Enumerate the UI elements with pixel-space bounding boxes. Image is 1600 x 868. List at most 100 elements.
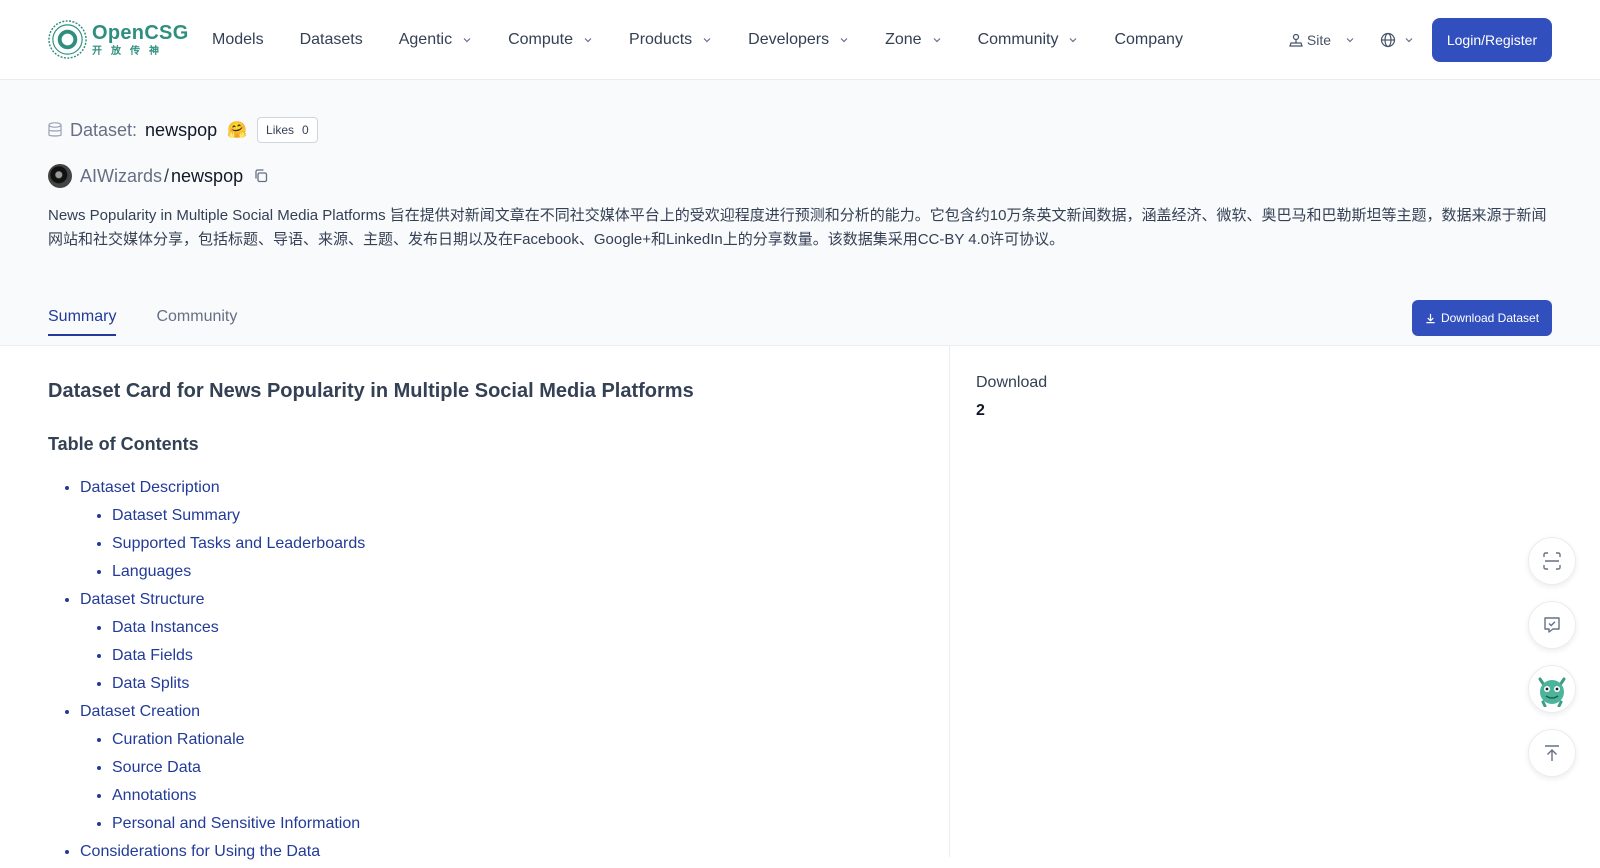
dataset-name: newspop <box>145 119 218 140</box>
toc-link[interactable]: Data Instances <box>112 619 219 636</box>
toc-title: Table of Contents <box>48 434 199 454</box>
toc-link[interactable]: Curation Rationale <box>112 731 245 748</box>
nav-products-label: Products <box>629 31 693 48</box>
nav-company-label: Company <box>1114 31 1183 48</box>
assistant-bot-button[interactable] <box>1528 665 1576 713</box>
toc-subitem: Curation Rationale <box>112 728 365 752</box>
nav-agentic[interactable]: Agentic <box>399 31 472 49</box>
download-count: 2 <box>976 402 985 419</box>
dataset-header: Dataset: newspop 🤗 Likes 0 AIWizards / n… <box>0 80 1600 346</box>
nav-zone-label: Zone <box>885 31 922 48</box>
toc-subitem: Annotations <box>112 784 365 808</box>
dataset-path: AIWizards / newspop <box>48 164 269 188</box>
scan-button[interactable] <box>1528 537 1576 585</box>
toc-link[interactable]: Supported Tasks and Leaderboards <box>112 535 365 552</box>
download-dataset-label: Download Dataset <box>1440 311 1540 325</box>
nav-agentic-label: Agentic <box>398 31 453 48</box>
globe-icon <box>1380 32 1396 48</box>
language-selector[interactable] <box>1380 32 1414 48</box>
likes-button[interactable]: Likes 0 <box>257 117 318 143</box>
toc-link[interactable]: Data Splits <box>112 675 189 692</box>
download-label: Download <box>976 374 1048 391</box>
toc-item: Considerations for Using the Data <box>80 840 365 864</box>
chevron-down-icon <box>703 38 711 43</box>
nav-right: Site Login/Register <box>1288 18 1552 62</box>
toc-subitem: Data Instances <box>112 616 365 640</box>
toc-subitem: Data Fields <box>112 644 365 668</box>
nav-datasets[interactable]: Datasets <box>300 31 363 49</box>
nav-company[interactable]: Company <box>1114 31 1182 49</box>
likes-label: Likes <box>266 123 295 137</box>
site-selector[interactable]: Site <box>1288 32 1358 48</box>
hugging-face-icon: 🤗 <box>227 122 248 139</box>
message-check-icon <box>1544 617 1560 633</box>
path-separator: / <box>164 165 170 186</box>
dataset-description: News Popularity in Multiple Social Media… <box>48 207 1547 248</box>
toc-link[interactable]: Annotations <box>112 787 197 804</box>
download-dataset-button[interactable]: Download Dataset <box>1412 300 1552 336</box>
toc-item: Dataset Structure Data Instances Data Fi… <box>80 588 365 696</box>
login-register-button[interactable]: Login/Register <box>1432 18 1552 62</box>
nav-community-label: Community <box>977 31 1059 48</box>
toc-subitem: Data Splits <box>112 672 365 696</box>
copy-icon[interactable] <box>253 168 269 184</box>
nav-compute[interactable]: Compute <box>508 31 593 49</box>
chevron-down-icon <box>1346 38 1354 43</box>
chevron-down-icon <box>1070 38 1077 43</box>
toc-item: Dataset Creation Curation Rationale Sour… <box>80 700 365 836</box>
repo-name: newspop <box>171 165 244 186</box>
nav-models-label: Models <box>212 31 264 48</box>
brand-tagline: 开放传神 <box>92 45 168 57</box>
tab-summary[interactable]: Summary <box>48 308 117 336</box>
main-menu: Models Datasets Agentic Compute Products… <box>212 0 1219 80</box>
back-to-top-button[interactable] <box>1528 729 1576 777</box>
dataset-tabs: Summary Community <box>48 308 277 336</box>
arrow-up-to-line-icon <box>1545 745 1559 761</box>
opencsg-logo[interactable]: OpenCSG 开放传神 <box>47 19 189 60</box>
brand-name: OpenCSG <box>92 21 189 44</box>
chevron-down-icon <box>933 38 940 43</box>
toc-link[interactable]: Personal and Sensitive Information <box>112 815 360 832</box>
owner-avatar[interactable] <box>48 164 72 188</box>
toc-subitem: Supported Tasks and Leaderboards <box>112 532 365 556</box>
logo-mark-icon <box>48 20 87 59</box>
nav-compute-label: Compute <box>508 31 574 48</box>
toc-item: Dataset Description Dataset Summary Supp… <box>80 476 365 584</box>
dataset-card: Dataset Card for News Popularity in Mult… <box>0 346 950 860</box>
owner-link[interactable]: AIWizards <box>80 166 162 187</box>
nav-products[interactable]: Products <box>629 31 712 49</box>
toc-subitem: Languages <box>112 560 365 584</box>
top-navbar: OpenCSG 开放传神 Models Datasets Agentic Com… <box>0 0 1600 80</box>
toc-link[interactable]: Data Fields <box>112 647 193 664</box>
nav-developers[interactable]: Developers <box>748 31 849 49</box>
chevron-down-icon <box>840 38 848 43</box>
toc-link[interactable]: Considerations for Using the Data <box>80 843 320 860</box>
toc-link[interactable]: Dataset Structure <box>80 591 205 608</box>
toc-link[interactable]: Dataset Summary <box>112 507 240 524</box>
nav-zone[interactable]: Zone <box>885 31 941 49</box>
likes-count: 0 <box>302 123 309 137</box>
site-icon <box>1289 33 1303 47</box>
dataset-title: Dataset: newspop 🤗 Likes 0 <box>48 117 318 143</box>
card-title: Dataset Card for News Popularity in Mult… <box>48 380 694 402</box>
toc-subitem: Source Data <box>112 756 365 780</box>
toc-link[interactable]: Dataset Description <box>80 479 220 496</box>
toc-link[interactable]: Languages <box>112 563 191 580</box>
toc-subitem: Personal and Sensitive Information <box>112 812 365 836</box>
nav-community[interactable]: Community <box>978 31 1079 49</box>
download-icon <box>1426 313 1435 323</box>
site-label: Site <box>1306 32 1331 48</box>
nav-developers-label: Developers <box>748 31 830 48</box>
download-stats: Download 2 <box>976 374 1047 420</box>
monster-mascot-icon <box>1538 677 1566 707</box>
feedback-button[interactable] <box>1528 601 1576 649</box>
database-icon <box>48 122 62 137</box>
dataset-label: Dataset: <box>70 119 138 140</box>
table-of-contents: Dataset Description Dataset Summary Supp… <box>48 476 365 868</box>
toc-link[interactable]: Source Data <box>112 759 201 776</box>
nav-models[interactable]: Models <box>212 31 264 49</box>
chevron-down-icon <box>463 38 471 43</box>
chevron-down-icon <box>584 38 592 43</box>
toc-link[interactable]: Dataset Creation <box>80 703 200 720</box>
tab-community[interactable]: Community <box>156 308 237 336</box>
